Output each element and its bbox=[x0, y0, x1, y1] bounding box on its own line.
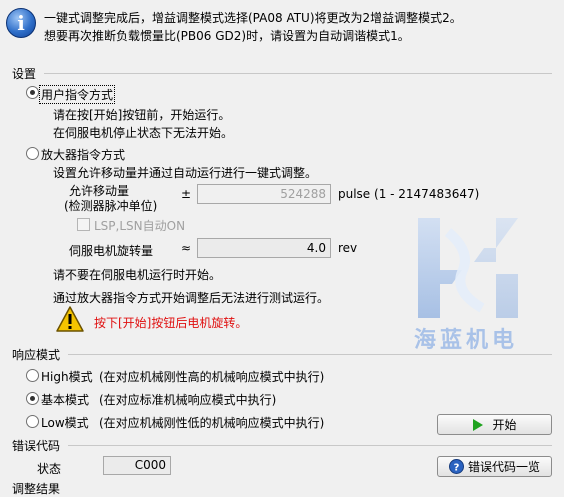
response-low-desc: (在对应机械刚性低的机械响应模式中执行) bbox=[99, 416, 325, 430]
user-command-radio[interactable] bbox=[26, 86, 39, 99]
move-amount-unit: pulse (1 - 2147483647) bbox=[338, 187, 480, 201]
info-icon: i bbox=[6, 8, 36, 38]
response-high-desc: (在对应机械刚性高的机械响应模式中执行) bbox=[99, 370, 325, 384]
error-divider bbox=[68, 445, 552, 446]
response-divider bbox=[68, 354, 552, 355]
rotation-unit: rev bbox=[338, 241, 358, 255]
watermark-text: 海蓝机电 bbox=[414, 328, 519, 353]
note-1: 请不要在伺服电机运行时开始。 bbox=[53, 268, 222, 282]
response-high-radio[interactable] bbox=[26, 369, 39, 382]
warning-icon bbox=[56, 306, 84, 332]
response-basic-radio[interactable] bbox=[26, 392, 39, 405]
lsp-lsn-checkbox[interactable] bbox=[77, 218, 90, 231]
move-amount-sublabel: (检测器脉冲单位) bbox=[64, 199, 158, 213]
user-command-desc-2: 在伺服电机停止状态下无法开始。 bbox=[53, 126, 234, 140]
response-basic-desc: (在对应标准机械响应模式中执行) bbox=[99, 393, 277, 407]
warning-text: 按下[开始]按钮后电机旋转。 bbox=[94, 316, 248, 330]
plus-minus-sign: ± bbox=[181, 187, 192, 201]
play-icon bbox=[473, 418, 484, 431]
status-label: 状态 bbox=[37, 462, 62, 476]
error-list-button[interactable]: ? 错误代码一览 bbox=[437, 456, 552, 477]
info-line-2: 想要再次推断负载惯量比(PB06 GD2)时，请设置为自动调谐模式1。 bbox=[44, 29, 410, 43]
approx-sign: ≈ bbox=[181, 241, 192, 255]
error-title: 错误代码 bbox=[12, 439, 61, 453]
rotation-label: 伺服电机旋转量 bbox=[69, 244, 154, 258]
error-list-button-label: 错误代码一览 bbox=[467, 460, 540, 474]
response-low-radio[interactable] bbox=[26, 415, 39, 428]
response-basic-label[interactable]: 基本模式 bbox=[41, 391, 89, 408]
svg-text:?: ? bbox=[454, 463, 460, 474]
amplifier-command-radio[interactable] bbox=[26, 147, 39, 160]
amplifier-command-desc: 设置允许移动量并通过自动运行进行一键式调整。 bbox=[53, 166, 318, 180]
amplifier-command-label[interactable]: 放大器指令方式 bbox=[41, 146, 125, 163]
lsp-lsn-label: LSP,LSN自动ON bbox=[94, 219, 186, 233]
start-button-label: 开始 bbox=[492, 418, 517, 432]
info-line-1: 一键式调整完成后，增益调整模式选择(PA08 ATU)将更改为2增益调整模式2。 bbox=[44, 11, 462, 25]
settings-divider bbox=[44, 73, 552, 74]
user-command-desc-1: 请在按[开始]按钮前，开始运行。 bbox=[53, 108, 231, 122]
help-icon: ? bbox=[448, 459, 464, 474]
footer-partial-title: 调整结果 bbox=[12, 482, 61, 496]
response-title: 响应模式 bbox=[12, 348, 61, 362]
watermark-logo bbox=[418, 218, 518, 318]
user-command-label[interactable]: 用户指令方式 bbox=[39, 85, 116, 104]
note-2: 通过放大器指令方式开始调整后无法进行测试运行。 bbox=[53, 291, 330, 305]
rotation-value: 4.0 bbox=[197, 238, 331, 258]
status-value: C000 bbox=[103, 456, 171, 475]
start-button[interactable]: 开始 bbox=[437, 414, 552, 435]
response-high-label[interactable]: High模式 bbox=[41, 368, 93, 385]
settings-title: 设置 bbox=[12, 67, 37, 81]
move-amount-input[interactable]: 524288 bbox=[197, 184, 331, 204]
response-low-label[interactable]: Low模式 bbox=[41, 414, 89, 431]
